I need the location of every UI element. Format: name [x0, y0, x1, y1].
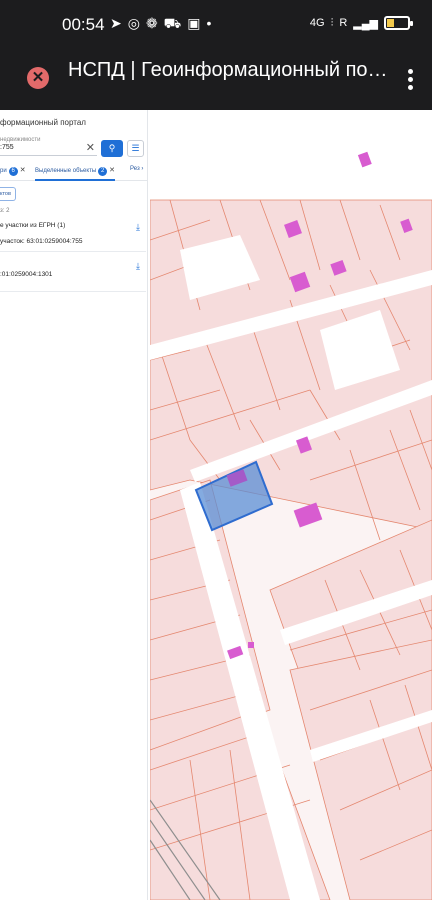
- list-item[interactable]: е участки из ЕГРН (1) участок: 63:01:025…: [0, 222, 146, 245]
- download-icon[interactable]: ⤓: [136, 222, 140, 233]
- list-item-subtitle: участок: 63:01:0259004:755: [0, 238, 83, 245]
- filter-button[interactable]: ☰: [127, 140, 144, 157]
- battery-icon: [384, 16, 413, 30]
- results-count: з: 2: [0, 208, 10, 214]
- list-item-title: е участки из ЕГРН (1): [0, 222, 66, 229]
- search-value: :755: [0, 144, 14, 151]
- side-panel: формационный портал недвижимости :755 ✕ …: [0, 110, 148, 900]
- tab-label: ри: [0, 168, 7, 174]
- page-title: НСПД | Геоинформационный пор...: [68, 59, 388, 81]
- cadastral-map: [150, 110, 432, 900]
- objects-chip[interactable]: ктов: [0, 187, 16, 201]
- map-canvas[interactable]: [150, 110, 432, 900]
- notification-icons: ➤◎❁⛟▣•: [110, 15, 218, 31]
- close-icon[interactable]: ✕: [109, 167, 115, 174]
- network-label: 4G: [309, 17, 325, 29]
- signal-icon: ▂▄▆: [353, 17, 378, 30]
- filter-icon: ☰: [131, 143, 140, 153]
- tab-results[interactable]: Рез ›: [130, 166, 143, 172]
- wifi-icon: ⫶: [330, 16, 334, 29]
- roaming-label: R: [339, 17, 348, 29]
- browser-toolbar: ✕ НСПД | Геоинформационный пор...: [0, 52, 432, 110]
- map-background: [150, 110, 432, 200]
- list-item[interactable]: :01:0259004:1301 ⤓: [0, 261, 146, 278]
- divider: [0, 291, 146, 292]
- parcels-layer: [150, 199, 432, 900]
- chevron-right-icon: ›: [141, 166, 144, 172]
- close-tab-button[interactable]: ✕: [27, 67, 49, 89]
- status-indicators: 4G ⫶ R ▂▄▆: [309, 16, 413, 30]
- tab-label: Выделенные объекты: [35, 168, 97, 174]
- divider: [0, 251, 146, 252]
- tab-layers[interactable]: ри 6 ✕: [0, 166, 26, 176]
- tabs: ри 6 ✕ Выделенные объекты 2 ✕ Рез ›: [0, 163, 148, 181]
- clear-icon[interactable]: ✕: [86, 141, 95, 154]
- tab-label: Рез: [130, 166, 140, 172]
- tab-badge: 6: [8, 167, 18, 176]
- search-input[interactable]: :755 ✕: [0, 140, 97, 156]
- list-item-subtitle: :01:0259004:1301: [0, 271, 53, 278]
- menu-button[interactable]: [406, 66, 414, 93]
- tab-badge: 2: [98, 167, 108, 176]
- status-time: 00:54: [62, 15, 105, 34]
- close-icon[interactable]: ✕: [20, 167, 26, 174]
- download-icon[interactable]: ⤓: [136, 261, 140, 272]
- search-button[interactable]: ⚲: [101, 140, 123, 157]
- status-bar: 00:54 ➤◎❁⛟▣• 4G ⫶ R ▂▄▆: [0, 0, 432, 52]
- search-icon: ⚲: [108, 143, 116, 153]
- portal-title: формационный портал: [0, 118, 86, 127]
- tab-selected-objects[interactable]: Выделенные объекты 2 ✕: [35, 166, 116, 181]
